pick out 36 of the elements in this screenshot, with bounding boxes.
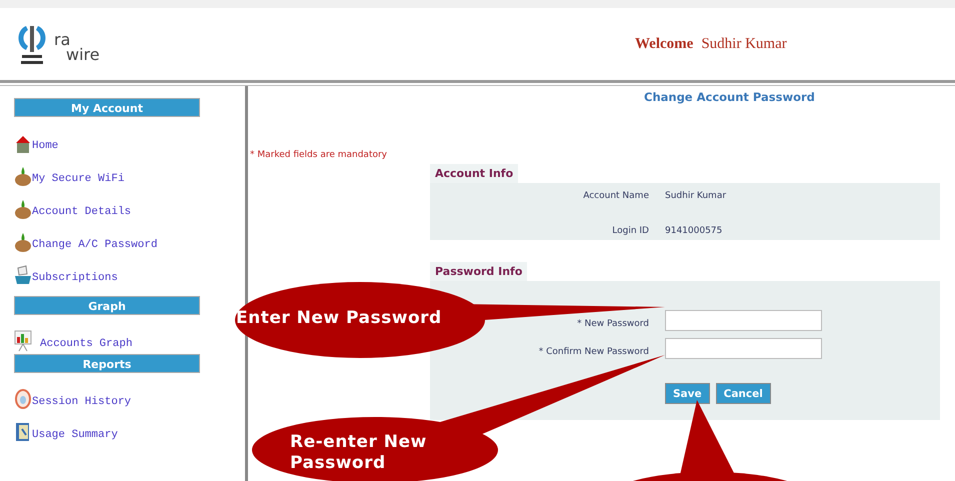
section-heading: Password Info (430, 262, 528, 281)
potted-plant-icon (14, 231, 32, 253)
callout-text: Enter New Password (236, 308, 442, 328)
field-value: 9141000575 (665, 226, 722, 236)
field-label: * Confirm New Password (538, 347, 649, 359)
sidebar-link[interactable]: Change A/C Password (14, 220, 245, 253)
field-value: Sudhir Kumar (665, 191, 726, 201)
potted-plant-icon (14, 198, 32, 220)
house-icon (14, 134, 32, 154)
potted-plant-icon (14, 165, 32, 187)
sidebar-link[interactable]: My Secure WiFi (14, 154, 245, 187)
logo-text: wire (66, 48, 100, 62)
sidebar-section-header: Graph (14, 296, 200, 315)
field-label: Account Name (582, 191, 649, 201)
field-label: * New Password (576, 319, 649, 331)
inbox-tray-icon (14, 264, 32, 286)
page-title: Change Account Password (644, 90, 816, 104)
sidebar-section-header: Reports (14, 354, 200, 373)
book-icon (14, 421, 32, 443)
user-name: Sudhir Kumar (701, 36, 787, 52)
sidebar-link[interactable]: Usage Summary (14, 410, 245, 443)
section-heading: Account Info (430, 164, 518, 183)
logo-text: ra (54, 33, 70, 48)
sidebar-link[interactable]: Home (14, 121, 245, 154)
password-field[interactable] (665, 338, 822, 359)
chart-board-icon (14, 330, 32, 352)
field-label: Login ID (611, 226, 649, 236)
welcome-label: Welcome (635, 36, 694, 52)
stopwatch-icon (14, 388, 32, 410)
sidebar-section-header: My Account (14, 98, 200, 117)
callout-text: Re-enter New Password (290, 432, 428, 474)
password-field[interactable] (665, 310, 822, 331)
mandatory-note: * Marked fields are mandatory (250, 150, 388, 160)
sidebar-link[interactable]: Account Details (14, 187, 245, 220)
sidebar-link[interactable]: Session History (14, 377, 245, 410)
sidebar-link[interactable]: Subscriptions (14, 253, 245, 286)
